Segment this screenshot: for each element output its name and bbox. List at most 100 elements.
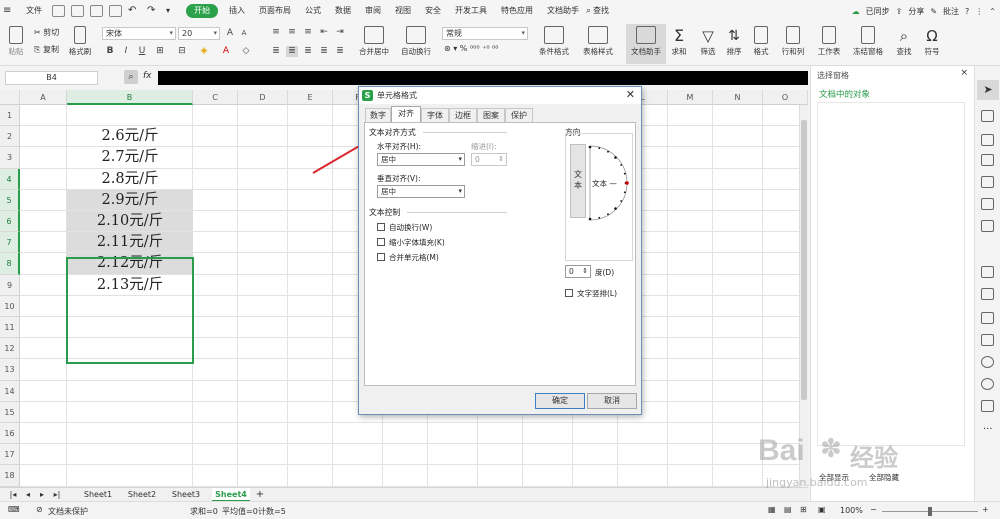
formula-input[interactable]	[158, 71, 808, 85]
prev-sheet-nav-icon[interactable]: ◂	[24, 488, 32, 502]
cell-b9[interactable]: 2.13元/斤	[67, 275, 193, 295]
clipboard-icon[interactable]	[981, 288, 994, 300]
find-button[interactable]: ⌕ 查找	[890, 24, 918, 64]
row-header[interactable]: 12	[0, 338, 20, 360]
row-header[interactable]: 1	[0, 105, 20, 127]
column-header[interactable]: M	[668, 90, 713, 105]
font-size-select[interactable]: 20	[178, 27, 220, 40]
row-header[interactable]: 13	[0, 359, 20, 381]
next-sheet-nav-icon[interactable]: ▸	[38, 488, 46, 502]
orientation-dial[interactable]: 文本 —	[588, 144, 632, 222]
cell-b4[interactable]: 2.8元/斤	[67, 169, 193, 189]
indent-decrease-icon[interactable]: ⇤	[318, 27, 330, 38]
more-icon[interactable]: ⋮	[975, 7, 983, 16]
sheet-tab-1[interactable]: Sheet1	[80, 488, 116, 502]
doc-icon[interactable]	[981, 312, 994, 324]
page-break-view-icon[interactable]: ⊞	[800, 505, 807, 514]
italic-icon[interactable]: I	[120, 46, 132, 57]
indent-increase-icon[interactable]: ⇥	[334, 27, 346, 38]
tab-special[interactable]: 特色应用	[494, 0, 540, 22]
font-grow-icon[interactable]: A	[224, 28, 236, 39]
table-style-button[interactable]: 表格样式	[578, 24, 618, 64]
annotate-button[interactable]: 批注	[943, 6, 959, 17]
column-header[interactable]: E	[288, 90, 333, 105]
property-icon[interactable]	[981, 134, 994, 146]
tab-formula[interactable]: 公式	[298, 0, 328, 22]
freeze-panes-button[interactable]: 冻结窗格	[846, 24, 890, 64]
share-button[interactable]: 分享	[908, 6, 924, 17]
sync-status[interactable]: 已同步	[866, 6, 890, 17]
tab-data[interactable]: 数据	[328, 0, 358, 22]
row-header[interactable]: 7	[0, 232, 20, 254]
tab-font[interactable]: 字体	[421, 108, 449, 122]
justify-icon[interactable]: ≣	[318, 46, 330, 57]
cell-b2[interactable]: 2.6元/斤	[67, 126, 193, 146]
tab-page-layout[interactable]: 页面布局	[252, 0, 298, 22]
tab-developer[interactable]: 开发工具	[448, 0, 494, 22]
undo-icon[interactable]: ↶	[128, 5, 141, 17]
ok-button[interactable]: 确定	[535, 393, 585, 409]
download-icon[interactable]	[981, 356, 994, 368]
zoom-in-icon[interactable]: +	[982, 505, 989, 514]
scroll-thumb[interactable]	[801, 120, 807, 400]
more-tools-icon[interactable]: ···	[983, 424, 993, 435]
save-icon[interactable]	[52, 5, 65, 17]
template-icon[interactable]	[981, 220, 994, 232]
history-icon[interactable]	[981, 378, 994, 390]
collapse-ribbon-icon[interactable]: ⌃	[989, 7, 996, 16]
tab-pattern[interactable]: 图案	[477, 108, 505, 122]
settings-panel-icon[interactable]	[981, 400, 994, 412]
last-sheet-nav-icon[interactable]: ▸|	[52, 488, 62, 502]
dropdown-icon[interactable]: ▾	[166, 5, 179, 17]
font-color-icon[interactable]: A	[220, 46, 232, 57]
copy-button[interactable]: ⎘ 复制	[34, 44, 59, 55]
name-box[interactable]: B4	[5, 71, 98, 85]
fx-label[interactable]: fx	[143, 71, 152, 81]
reading-mode-icon[interactable]: ▣	[818, 505, 826, 514]
horizontal-align-select[interactable]: 居中 ▾	[377, 153, 465, 166]
zoom-level[interactable]: 100%	[840, 506, 863, 515]
font-name-select[interactable]: 宋体	[102, 27, 176, 40]
number-format-icons[interactable]: ⊛ ▾ % ⁰⁰⁰ ⁺⁰ ⁰⁰	[444, 44, 499, 53]
backup-icon[interactable]	[981, 198, 994, 210]
row-header[interactable]: 4	[0, 168, 20, 190]
symbol-button[interactable]: Ω 符号	[918, 24, 946, 64]
align-bottom-icon[interactable]: ≡	[302, 27, 314, 38]
cut-button[interactable]: ✂ 剪切	[34, 27, 59, 38]
add-sheet-icon[interactable]: +	[254, 488, 266, 502]
first-sheet-nav-icon[interactable]: |◂	[8, 488, 18, 502]
sum-button[interactable]: Σ 求和	[664, 24, 694, 64]
cell-b5[interactable]: 2.9元/斤	[67, 189, 193, 210]
border-icon[interactable]: ⊞	[154, 46, 166, 57]
tab-doc-helper[interactable]: 文档助手	[540, 0, 586, 22]
row-header[interactable]: 8	[0, 253, 20, 275]
tab-alignment[interactable]: 对齐	[391, 106, 421, 123]
sheet-tab-3[interactable]: Sheet3	[168, 488, 204, 502]
object-list[interactable]	[817, 102, 965, 446]
dial-pointer[interactable]	[625, 181, 629, 185]
help-icon[interactable]: ?	[965, 7, 969, 16]
format-button[interactable]: 格式	[748, 24, 774, 64]
column-header[interactable]: O	[763, 90, 808, 105]
sheet-tab-2[interactable]: Sheet2	[124, 488, 160, 502]
tab-number[interactable]: 数字	[365, 108, 391, 122]
font-shrink-icon[interactable]: A	[238, 28, 250, 39]
sheet-tab-4[interactable]: Sheet4	[212, 488, 250, 502]
row-header[interactable]: 10	[0, 295, 20, 317]
share-panel-icon[interactable]	[981, 266, 994, 278]
vertical-scrollbar[interactable]	[799, 105, 808, 487]
cell-b6[interactable]: 2.10元/斤	[67, 211, 193, 232]
tab-border[interactable]: 边框	[449, 108, 477, 122]
select-tool-icon[interactable]: ➤	[977, 80, 999, 100]
fill-color-icon[interactable]: ◈	[198, 46, 210, 57]
protect-status[interactable]: 文档未保护	[48, 506, 88, 517]
pane-close-icon[interactable]: ×	[960, 68, 968, 78]
vertical-text-button[interactable]: 文本	[570, 144, 586, 218]
print-icon[interactable]	[90, 5, 103, 17]
degree-spinner[interactable]: 0 ⇕	[565, 265, 591, 278]
filter-button[interactable]: ▽ 筛选	[694, 24, 722, 64]
redo-icon[interactable]: ↷	[147, 5, 160, 17]
merge-checkbox[interactable]	[377, 253, 385, 261]
rows-cols-button[interactable]: 行和列	[776, 24, 810, 64]
bold-icon[interactable]: B	[104, 46, 116, 57]
